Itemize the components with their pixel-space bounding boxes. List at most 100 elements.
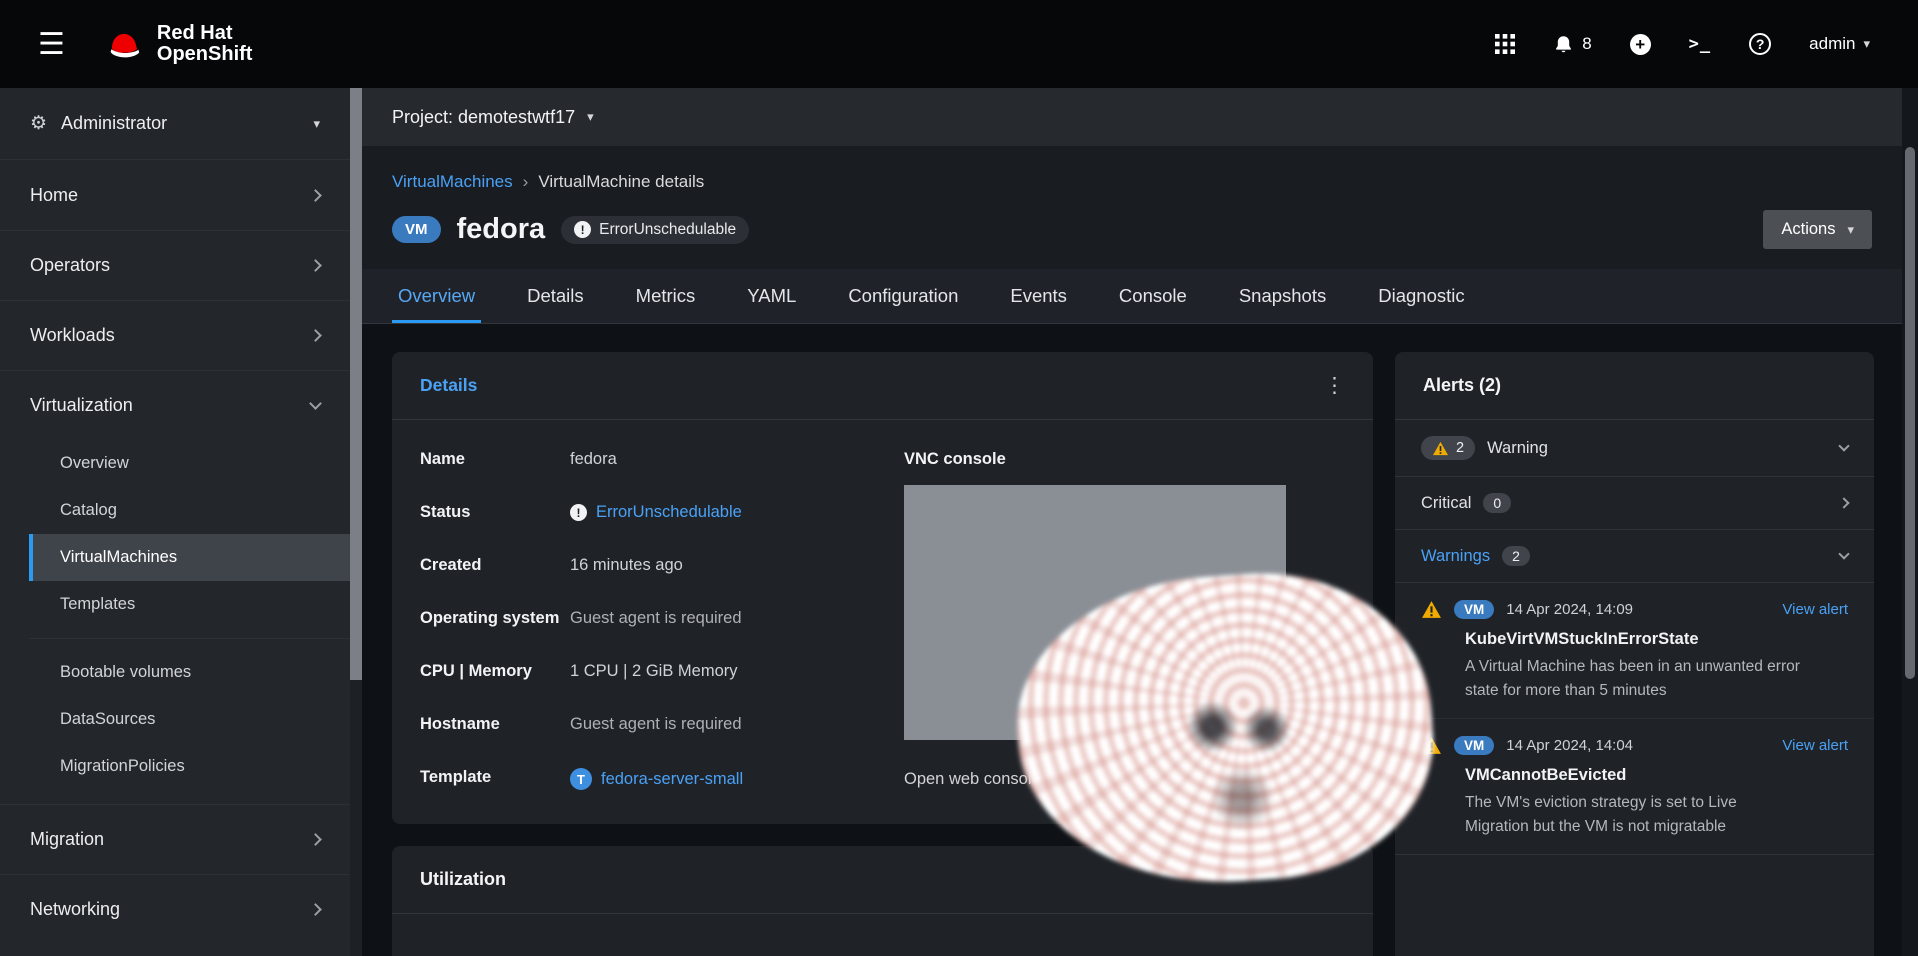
perspective-label: Administrator [61, 113, 167, 134]
sidebar-scrollbar [350, 88, 362, 956]
nav-toggle-button[interactable]: ☰ [28, 21, 75, 68]
tab-yaml[interactable]: YAML [741, 269, 802, 323]
tab-console[interactable]: Console [1113, 269, 1193, 323]
alert-title: KubeVirtVMStuckInErrorState [1465, 630, 1848, 649]
openshift-console: ☰ Red Hat OpenShift 8 [0, 0, 1918, 956]
user-menu-button[interactable]: admin ▾ [1809, 34, 1870, 54]
error-status-icon: ! [574, 221, 591, 238]
warning-triangle-icon [1421, 600, 1442, 619]
sidebar-item-catalog[interactable]: Catalog [29, 487, 350, 534]
detail-value-status: ! ErrorUnschedulable [570, 503, 860, 522]
vm-status-badge[interactable]: ! ErrorUnschedulable [561, 216, 749, 244]
breadcrumb-current: VirtualMachine details [538, 172, 704, 192]
sidebar: ⚙ Administrator ▾ Home Operators Workloa… [0, 88, 350, 956]
template-kind-icon: T [570, 768, 592, 790]
perspective-switcher[interactable]: ⚙ Administrator ▾ [0, 88, 350, 160]
chevron-down-icon [1838, 548, 1849, 559]
caret-down-icon: ▾ [1847, 222, 1854, 238]
page-header: VirtualMachines › VirtualMachine details… [362, 146, 1902, 269]
sidebar-item-datasources[interactable]: DataSources [29, 696, 350, 743]
tab-bar: Overview Details Metrics YAML Configurat… [362, 269, 1902, 324]
tab-snapshots[interactable]: Snapshots [1233, 269, 1332, 323]
tab-label: Console [1119, 285, 1187, 306]
alerts-warnings-row[interactable]: Warnings 2 [1395, 530, 1874, 583]
project-label: Project: demotestwtf17 [392, 107, 575, 128]
sidebar-item-virt-overview[interactable]: Overview [29, 440, 350, 487]
chevron-right-icon [309, 833, 322, 846]
web-terminal-button[interactable]: >_ [1689, 34, 1711, 54]
sidebar-item-label: Operators [30, 255, 110, 276]
sidebar-nav: Home Operators Workloads Virtualization … [0, 160, 350, 944]
detail-label-name: Name [420, 450, 570, 469]
tab-diagnostic[interactable]: Diagnostic [1372, 269, 1470, 323]
page-scrollbar-thumb[interactable] [1905, 147, 1915, 679]
sidebar-item-operators[interactable]: Operators [0, 230, 350, 300]
details-card-header: Details ⋮ [392, 352, 1373, 420]
sidebar-item-migration[interactable]: Migration [0, 804, 350, 874]
critical-label: Critical [1421, 494, 1471, 513]
detail-label-created: Created [420, 556, 570, 575]
sidebar-item-virtualmachines[interactable]: VirtualMachines [29, 534, 350, 581]
actions-dropdown-button[interactable]: Actions ▾ [1763, 210, 1872, 249]
subnav-divider [29, 638, 350, 639]
sidebar-scrollbar-thumb[interactable] [350, 88, 362, 680]
sidebar-item-virtualization[interactable]: Virtualization [0, 370, 350, 440]
app-launcher-button[interactable] [1495, 34, 1515, 54]
tab-configuration[interactable]: Configuration [842, 269, 964, 323]
sidebar-item-label: Bootable volumes [60, 663, 191, 682]
status-link[interactable]: ErrorUnschedulable [596, 503, 742, 522]
tab-label: Overview [398, 285, 475, 306]
sidebar-item-label: Migration [30, 829, 104, 850]
tab-label: YAML [747, 285, 796, 306]
title-row: VM fedora ! ErrorUnschedulable Actions ▾ [392, 210, 1872, 269]
chevron-right-icon [309, 259, 322, 272]
brand-line1: Red Hat [157, 23, 253, 44]
project-selector[interactable]: Project: demotestwtf17 ▾ [362, 88, 1902, 146]
sidebar-item-networking[interactable]: Networking [0, 874, 350, 944]
details-card-title[interactable]: Details [420, 375, 477, 396]
tab-label: Configuration [848, 285, 958, 306]
tab-label: Details [527, 285, 584, 306]
detail-label-cpu-memory: CPU | Memory [420, 662, 570, 681]
sidebar-item-migrationpolicies[interactable]: MigrationPolicies [29, 743, 350, 790]
open-web-console-label: Open web console [904, 770, 1041, 789]
sidebar-item-label: Networking [30, 899, 120, 920]
sidebar-item-home[interactable]: Home [0, 160, 350, 230]
masthead: ☰ Red Hat OpenShift 8 [0, 0, 1918, 88]
tab-events[interactable]: Events [1004, 269, 1073, 323]
tab-details[interactable]: Details [521, 269, 590, 323]
detail-value-hostname: Guest agent is required [570, 715, 860, 734]
plus-glyph: + [1635, 36, 1645, 53]
sidebar-item-label: Catalog [60, 501, 117, 520]
view-alert-link[interactable]: View alert [1782, 601, 1848, 618]
alert-description: A Virtual Machine has been in an unwante… [1465, 655, 1800, 703]
user-name: admin [1809, 34, 1855, 54]
detail-label-template: Template [420, 768, 570, 790]
question-circle-icon: ? [1749, 33, 1771, 55]
tab-label: Snapshots [1239, 285, 1326, 306]
help-button[interactable]: ? [1749, 33, 1771, 55]
chevron-right-icon [1838, 497, 1849, 508]
alerts-critical-row[interactable]: Critical 0 [1395, 477, 1874, 530]
terminal-icon: >_ [1689, 34, 1711, 54]
notification-count: 8 [1582, 34, 1591, 54]
detail-value-cpu-memory: 1 CPU | 2 GiB Memory [570, 662, 860, 681]
tab-overview[interactable]: Overview [392, 269, 481, 323]
notifications-button[interactable]: 8 [1553, 34, 1591, 55]
sidebar-item-templates[interactable]: Templates [29, 581, 350, 628]
detail-label-os: Operating system [420, 609, 570, 628]
tab-metrics[interactable]: Metrics [630, 269, 702, 323]
view-alert-link[interactable]: View alert [1782, 737, 1848, 754]
alerts-warning-summary-row[interactable]: 2 Warning [1395, 420, 1874, 477]
template-link[interactable]: fedora-server-small [601, 770, 743, 789]
sidebar-item-bootable-volumes[interactable]: Bootable volumes [29, 649, 350, 696]
quick-create-button[interactable]: + [1630, 34, 1651, 55]
warnings-label: Warnings [1421, 547, 1490, 566]
sidebar-item-workloads[interactable]: Workloads [0, 300, 350, 370]
question-glyph: ? [1756, 36, 1765, 52]
brand-text: Red Hat OpenShift [157, 23, 253, 65]
breadcrumb-link-virtualmachines[interactable]: VirtualMachines [392, 172, 513, 192]
kebab-menu-icon[interactable]: ⋮ [1324, 375, 1345, 396]
alert-title: VMCannotBeEvicted [1465, 766, 1848, 785]
sidebar-item-label: Virtualization [30, 395, 133, 416]
